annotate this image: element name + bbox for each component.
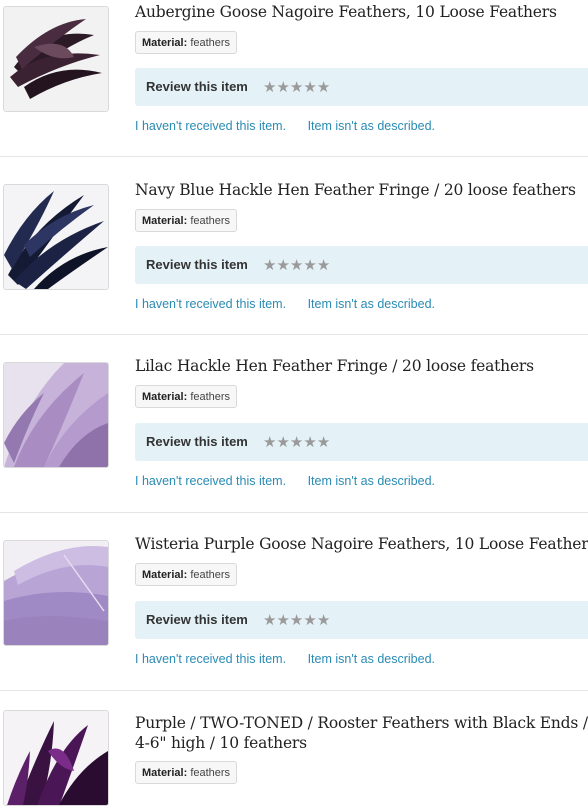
- not-as-described-link[interactable]: Item isn't as described.: [308, 297, 435, 311]
- not-as-described-link[interactable]: Item isn't as described.: [308, 119, 435, 133]
- star-icon[interactable]: ★: [303, 433, 316, 451]
- material-label: Material:: [142, 391, 188, 403]
- help-links: I haven't received this item. Item isn't…: [135, 297, 435, 311]
- material-label: Material:: [142, 37, 188, 49]
- material-value: feathers: [190, 215, 231, 227]
- star-icon[interactable]: ★: [263, 256, 276, 274]
- star-icon[interactable]: ★: [290, 78, 303, 96]
- star-icon[interactable]: ★: [276, 611, 289, 629]
- star-icon[interactable]: ★: [303, 78, 316, 96]
- product-image-wisteria[interactable]: [3, 540, 109, 646]
- material-label: Material:: [142, 215, 188, 227]
- star-icon[interactable]: ★: [290, 256, 303, 274]
- material-label: Material:: [142, 767, 188, 779]
- product-image-lilac[interactable]: [3, 362, 109, 468]
- material-badge: Material: feathers: [135, 761, 238, 784]
- star-icon[interactable]: ★: [263, 433, 276, 451]
- review-bar: Review this item ★★★★★: [135, 423, 588, 461]
- review-label: Review this item: [146, 612, 248, 627]
- star-icon[interactable]: ★: [317, 256, 330, 274]
- product-image-purple-rooster[interactable]: [3, 710, 109, 806]
- not-received-link[interactable]: I haven't received this item.: [135, 119, 286, 133]
- not-as-described-link[interactable]: Item isn't as described.: [308, 474, 435, 488]
- review-label: Review this item: [146, 257, 248, 272]
- review-bar: Review this item ★★★★★: [135, 68, 588, 106]
- not-received-link[interactable]: I haven't received this item.: [135, 652, 286, 666]
- review-bar: Review this item ★★★★★: [135, 246, 588, 284]
- material-badge: Material: feathers: [135, 209, 238, 232]
- review-bar: Review this item ★★★★★: [135, 601, 588, 639]
- star-icon[interactable]: ★: [263, 611, 276, 629]
- not-received-link[interactable]: I haven't received this item.: [135, 474, 286, 488]
- item-title[interactable]: Wisteria Purple Goose Nagoire Feathers, …: [135, 534, 588, 554]
- star-icon[interactable]: ★: [290, 433, 303, 451]
- material-badge: Material: feathers: [135, 563, 238, 586]
- star-rating[interactable]: ★★★★★: [263, 601, 330, 639]
- help-links: I haven't received this item. Item isn't…: [135, 652, 435, 666]
- star-icon[interactable]: ★: [303, 256, 316, 274]
- review-label: Review this item: [146, 79, 248, 94]
- product-image-aubergine[interactable]: [3, 6, 109, 112]
- material-value: feathers: [190, 391, 231, 403]
- item-title[interactable]: Aubergine Goose Nagoire Feathers, 10 Loo…: [135, 2, 588, 22]
- star-icon[interactable]: ★: [317, 433, 330, 451]
- item-title[interactable]: Navy Blue Hackle Hen Feather Fringe / 20…: [135, 180, 588, 200]
- help-links: I haven't received this item. Item isn't…: [135, 474, 435, 488]
- star-icon[interactable]: ★: [276, 78, 289, 96]
- item-title[interactable]: Lilac Hackle Hen Feather Fringe / 20 loo…: [135, 356, 588, 376]
- star-icon[interactable]: ★: [276, 256, 289, 274]
- help-links: I haven't received this item. Item isn't…: [135, 119, 435, 133]
- material-label: Material:: [142, 569, 188, 581]
- material-badge: Material: feathers: [135, 31, 238, 54]
- star-rating[interactable]: ★★★★★: [263, 246, 330, 284]
- material-value: feathers: [190, 569, 231, 581]
- purchase-list: Aubergine Goose Nagoire Feathers, 10 Loo…: [0, 0, 588, 806]
- not-as-described-link[interactable]: Item isn't as described.: [308, 652, 435, 666]
- star-icon[interactable]: ★: [317, 611, 330, 629]
- product-image-navy[interactable]: [3, 184, 109, 290]
- not-received-link[interactable]: I haven't received this item.: [135, 297, 286, 311]
- star-icon[interactable]: ★: [303, 611, 316, 629]
- star-icon[interactable]: ★: [276, 433, 289, 451]
- material-value: feathers: [190, 37, 231, 49]
- star-icon[interactable]: ★: [290, 611, 303, 629]
- star-icon[interactable]: ★: [317, 78, 330, 96]
- star-rating[interactable]: ★★★★★: [263, 423, 330, 461]
- star-rating[interactable]: ★★★★★: [263, 68, 330, 106]
- divider: [0, 512, 588, 513]
- star-icon[interactable]: ★: [263, 78, 276, 96]
- divider: [0, 690, 588, 691]
- divider: [0, 334, 588, 335]
- divider: [0, 156, 588, 157]
- review-label: Review this item: [146, 434, 248, 449]
- material-badge: Material: feathers: [135, 385, 238, 408]
- item-title[interactable]: Purple / TWO-TONED / Rooster Feathers wi…: [135, 713, 588, 753]
- material-value: feathers: [190, 767, 231, 779]
